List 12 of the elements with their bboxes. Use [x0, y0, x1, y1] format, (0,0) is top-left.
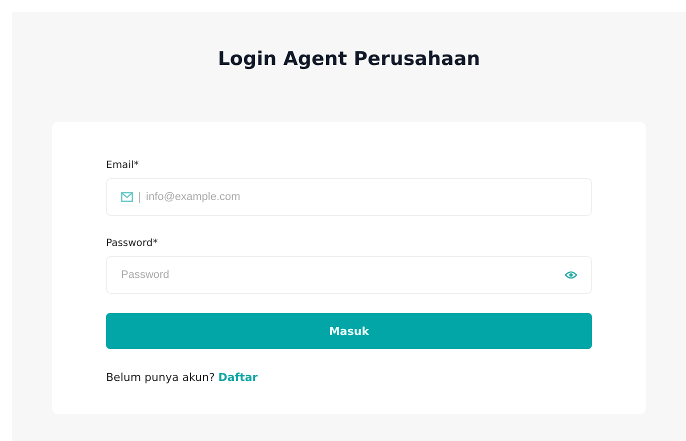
field-label: Email*	[106, 160, 140, 171]
signup-prompt: Belum punya akun?	[106, 371, 215, 384]
register-link[interactable]: Daftar	[218, 371, 258, 384]
email-input[interactable]: info@example.com	[146, 191, 577, 203]
email-field[interactable]: info@example.com	[106, 178, 592, 216]
page-title: Login Agent Perusahaan	[218, 47, 480, 72]
field-label: Password*	[106, 238, 159, 249]
envelope-icon	[121, 192, 133, 202]
login-button[interactable]: Masuk	[106, 313, 592, 349]
password-input[interactable]: Password	[121, 269, 565, 281]
password-field[interactable]: Password	[106, 256, 592, 294]
eye-icon[interactable]	[565, 270, 577, 280]
